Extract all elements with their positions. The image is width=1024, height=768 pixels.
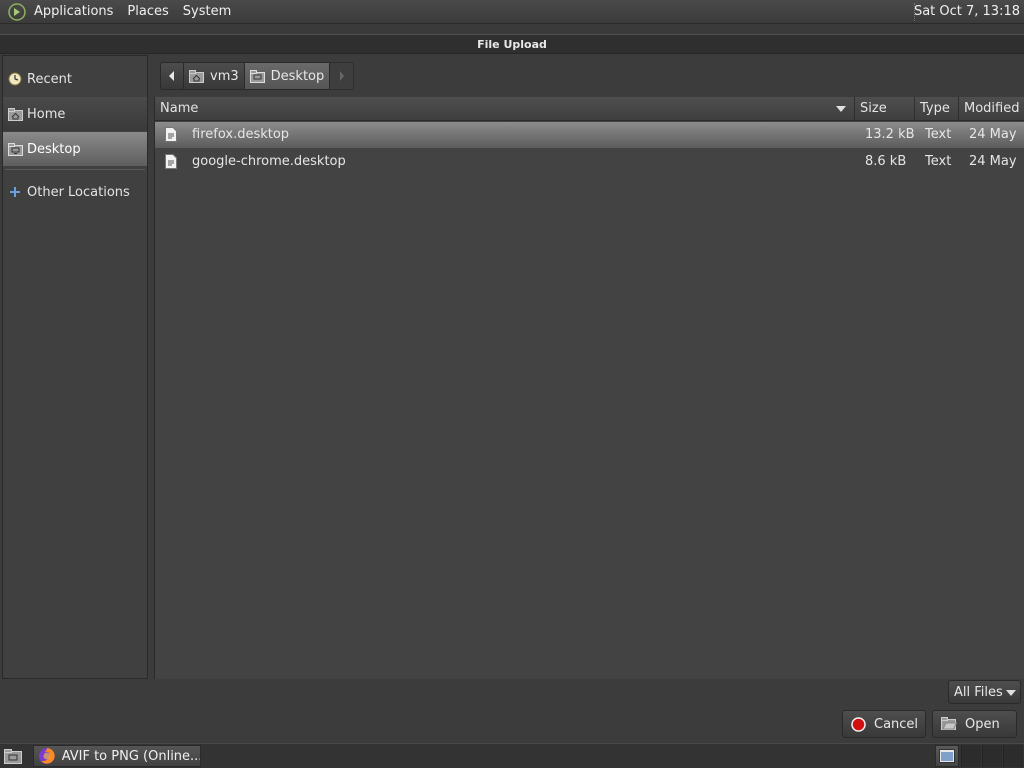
workspace-4[interactable] <box>1003 745 1023 767</box>
file-modified: 24 May <box>969 127 1017 142</box>
sidebar-item-other-locations[interactable]: Other Locations <box>3 175 147 209</box>
sidebar-item-home[interactable]: Home <box>3 97 147 131</box>
path-forward-button[interactable] <box>330 62 355 90</box>
filter-label: All Files <box>954 684 1003 700</box>
file-type: Text <box>925 127 952 142</box>
workspace-2[interactable] <box>961 745 981 767</box>
open-label: Open <box>965 716 1000 732</box>
distro-logo-icon[interactable] <box>6 1 28 23</box>
column-header-modified[interactable]: Modified <box>959 97 1024 121</box>
file-upload-dialog: File Upload Recent Home Desktop Other Lo… <box>0 34 1024 742</box>
file-list-header: Name Size Type Modified <box>155 97 1024 121</box>
open-folder-icon <box>941 717 957 730</box>
column-header-name[interactable]: Name <box>155 97 855 121</box>
top-panel: Applications Places System Sat Oct 7, 13… <box>0 0 1024 24</box>
workspace-switcher-button[interactable] <box>935 745 959 767</box>
stop-icon <box>851 716 866 732</box>
taskbar-window-button[interactable]: AVIF to PNG (Online... <box>33 745 201 767</box>
path-back-button[interactable] <box>160 62 184 90</box>
column-header-size[interactable]: Size <box>855 97 915 121</box>
file-size: 8.6 kB <box>865 154 907 169</box>
text-file-icon <box>165 127 177 146</box>
dialog-title: File Upload <box>477 38 547 51</box>
path-bar: vm3 Desktop <box>160 62 355 90</box>
sidebar-item-label: Home <box>27 106 66 122</box>
menu-applications[interactable]: Applications <box>34 4 113 19</box>
column-header-type[interactable]: Type <box>915 97 959 121</box>
home-folder-icon <box>7 106 23 122</box>
show-desktop-icon <box>4 748 22 764</box>
open-button[interactable]: Open <box>932 710 1017 738</box>
menu-system[interactable]: System <box>183 4 231 19</box>
firefox-icon <box>38 748 55 764</box>
sidebar-item-label: Desktop <box>27 141 81 157</box>
menu-places[interactable]: Places <box>127 4 168 19</box>
file-type: Text <box>925 154 952 169</box>
file-type-filter-select[interactable]: All Files <box>948 680 1021 704</box>
chevron-right-icon <box>339 71 344 81</box>
sidebar-divider <box>5 169 145 170</box>
column-header-label: Type <box>920 101 950 116</box>
column-header-label: Name <box>160 101 199 116</box>
sidebar-item-recent[interactable]: Recent <box>3 62 147 96</box>
home-folder-icon <box>189 69 204 83</box>
file-name: google-chrome.desktop <box>192 154 346 169</box>
clock[interactable]: Sat Oct 7, 13:18 <box>914 4 1020 19</box>
table-row[interactable]: firefox.desktop 13.2 kB Text 24 May <box>155 122 1024 148</box>
cancel-button[interactable]: Cancel <box>842 710 926 738</box>
show-desktop-button[interactable] <box>2 746 24 766</box>
window-icon <box>939 749 955 763</box>
breadcrumb-vm3[interactable]: vm3 <box>184 62 245 90</box>
clock-icon <box>7 71 23 87</box>
table-row[interactable]: google-chrome.desktop 8.6 kB Text 24 May <box>155 149 1024 175</box>
sidebar-item-label: Recent <box>27 71 72 87</box>
sort-arrow-icon <box>836 106 846 112</box>
column-header-label: Modified <box>964 101 1020 116</box>
file-modified: 24 May <box>969 154 1017 169</box>
column-header-label: Size <box>860 101 887 116</box>
breadcrumb-desktop[interactable]: Desktop <box>244 62 331 90</box>
breadcrumb-label: Desktop <box>270 68 325 84</box>
breadcrumb-label: vm3 <box>210 68 239 84</box>
places-sidebar: Recent Home Desktop Other Locations <box>2 55 148 679</box>
desktop-folder-icon <box>249 69 265 83</box>
file-list[interactable]: Name Size Type Modified firefox.desktop … <box>154 97 1024 679</box>
file-size: 13.2 kB <box>865 127 915 142</box>
sidebar-item-desktop[interactable]: Desktop <box>3 132 147 166</box>
chevron-down-icon <box>1006 690 1016 696</box>
workspace-3[interactable] <box>982 745 1002 767</box>
plus-icon <box>7 184 23 200</box>
sidebar-item-label: Other Locations <box>27 184 130 200</box>
chevron-left-icon <box>169 71 174 81</box>
taskbar-window-label: AVIF to PNG (Online... <box>61 748 200 764</box>
desktop-folder-icon <box>7 141 23 157</box>
taskbar: AVIF to PNG (Online... <box>0 743 1024 768</box>
text-file-icon <box>165 154 177 173</box>
dialog-titlebar[interactable]: File Upload <box>0 34 1024 54</box>
cancel-label: Cancel <box>874 716 919 732</box>
file-name: firefox.desktop <box>192 127 290 142</box>
